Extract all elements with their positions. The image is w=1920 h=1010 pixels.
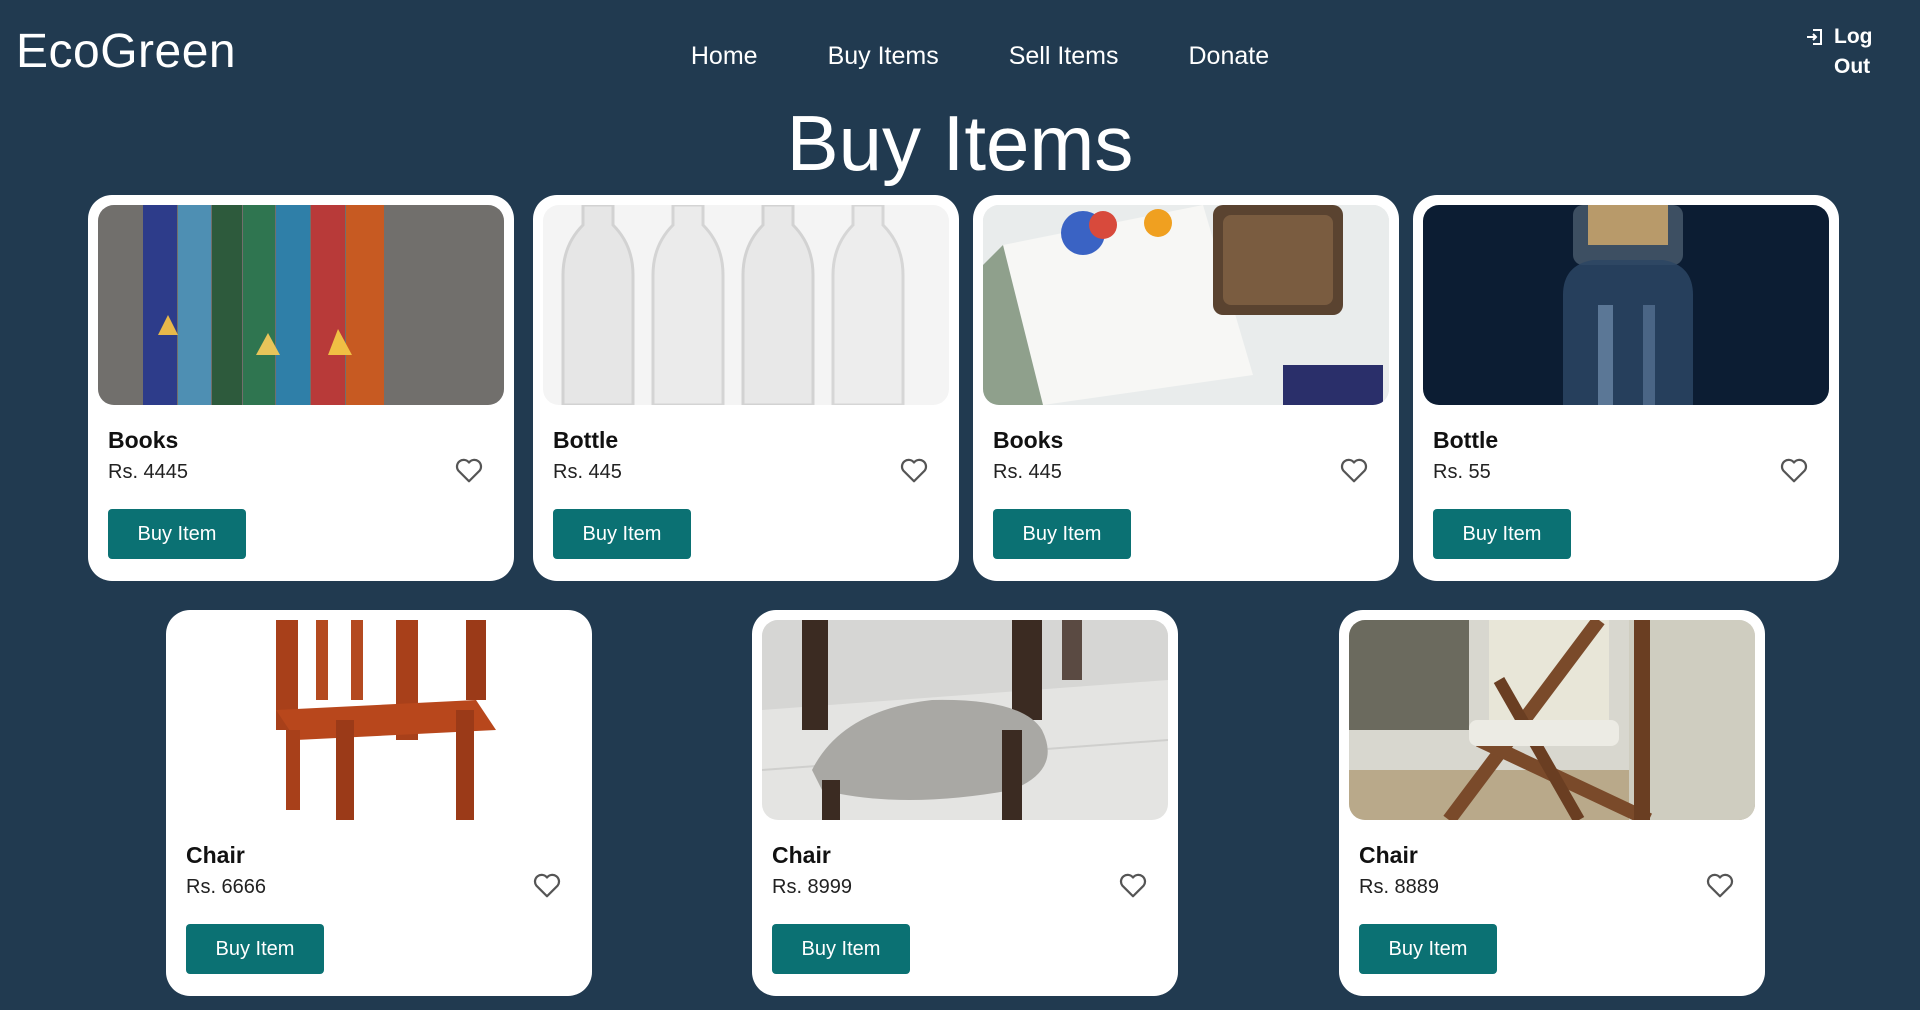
product-name: Chair: [772, 842, 831, 868]
buy-item-button[interactable]: Buy Item: [1433, 509, 1571, 559]
product-name: Chair: [1359, 842, 1418, 868]
product-image: [543, 205, 949, 405]
page-title: Buy Items: [786, 99, 1134, 187]
product-image: [98, 205, 504, 405]
heart-icon[interactable]: [532, 870, 562, 900]
heart-icon[interactable]: [454, 455, 484, 485]
product-card: Bottle Rs. 55 Buy Item: [1413, 195, 1839, 581]
product-name: Bottle: [553, 427, 619, 453]
buy-item-button[interactable]: Buy Item: [108, 509, 246, 559]
nav-sell-items[interactable]: Sell Items: [1009, 42, 1119, 71]
product-price: Rs. 8999: [772, 876, 853, 898]
heart-icon[interactable]: [1118, 870, 1148, 900]
product-image: [1349, 620, 1755, 820]
nav-home[interactable]: Home: [691, 42, 758, 71]
glass-bottles-photo: [543, 205, 949, 405]
folding-chair-photo: [1349, 620, 1755, 820]
product-image: [983, 205, 1389, 405]
buy-item-button[interactable]: Buy Item: [1359, 924, 1497, 974]
product-card: Bottle Rs. 445 Buy Item: [533, 195, 959, 581]
product-price: Rs. 8889: [1359, 876, 1440, 898]
upholstered-chair-photo: [762, 620, 1168, 820]
buy-item-button[interactable]: Buy Item: [993, 509, 1131, 559]
heart-icon[interactable]: [1779, 455, 1809, 485]
product-image: [176, 620, 582, 820]
product-image: [1423, 205, 1829, 405]
logout-icon: [1807, 29, 1822, 45]
wooden-armchair-photo: [176, 620, 582, 820]
buy-item-button[interactable]: Buy Item: [553, 509, 691, 559]
logout-label: Log Out: [1834, 25, 1873, 78]
heart-icon[interactable]: [1705, 870, 1735, 900]
heart-icon[interactable]: [899, 455, 929, 485]
heart-icon[interactable]: [1339, 455, 1369, 485]
buy-item-button[interactable]: Buy Item: [186, 924, 324, 974]
dark-bottle-photo: [1423, 205, 1829, 405]
product-card: Chair Rs. 8999 Buy Item: [752, 610, 1178, 996]
nav-donate[interactable]: Donate: [1188, 42, 1269, 71]
buy-item-button[interactable]: Buy Item: [772, 924, 910, 974]
page: EcoGreen Home Buy Items Sell Items Donat…: [0, 0, 1920, 1010]
book-spines-photo: [98, 205, 504, 405]
product-card: Books Rs. 445 Buy Item: [973, 195, 1399, 581]
main-nav: Home Buy Items Sell Items Donate: [0, 42, 1920, 71]
product-name: Books: [108, 427, 179, 453]
product-price: Rs. 6666: [186, 876, 267, 898]
product-price: Rs. 4445: [108, 461, 189, 483]
logout-button[interactable]: Log Out: [1806, 22, 1880, 82]
product-name: Bottle: [1433, 427, 1499, 453]
paperback-book-photo: [983, 205, 1389, 405]
product-price: Rs. 55: [1433, 461, 1491, 483]
product-price: Rs. 445: [993, 461, 1062, 483]
product-card: Chair Rs. 6666 Buy Item: [166, 610, 592, 996]
product-image: [762, 620, 1168, 820]
product-card: Books Rs. 4445 Buy Item: [88, 195, 514, 581]
product-card: Chair Rs. 8889 Buy Item: [1339, 610, 1765, 996]
product-name: Chair: [186, 842, 245, 868]
product-price: Rs. 445: [553, 461, 622, 483]
nav-buy-items[interactable]: Buy Items: [828, 42, 939, 71]
product-name: Books: [993, 427, 1064, 453]
